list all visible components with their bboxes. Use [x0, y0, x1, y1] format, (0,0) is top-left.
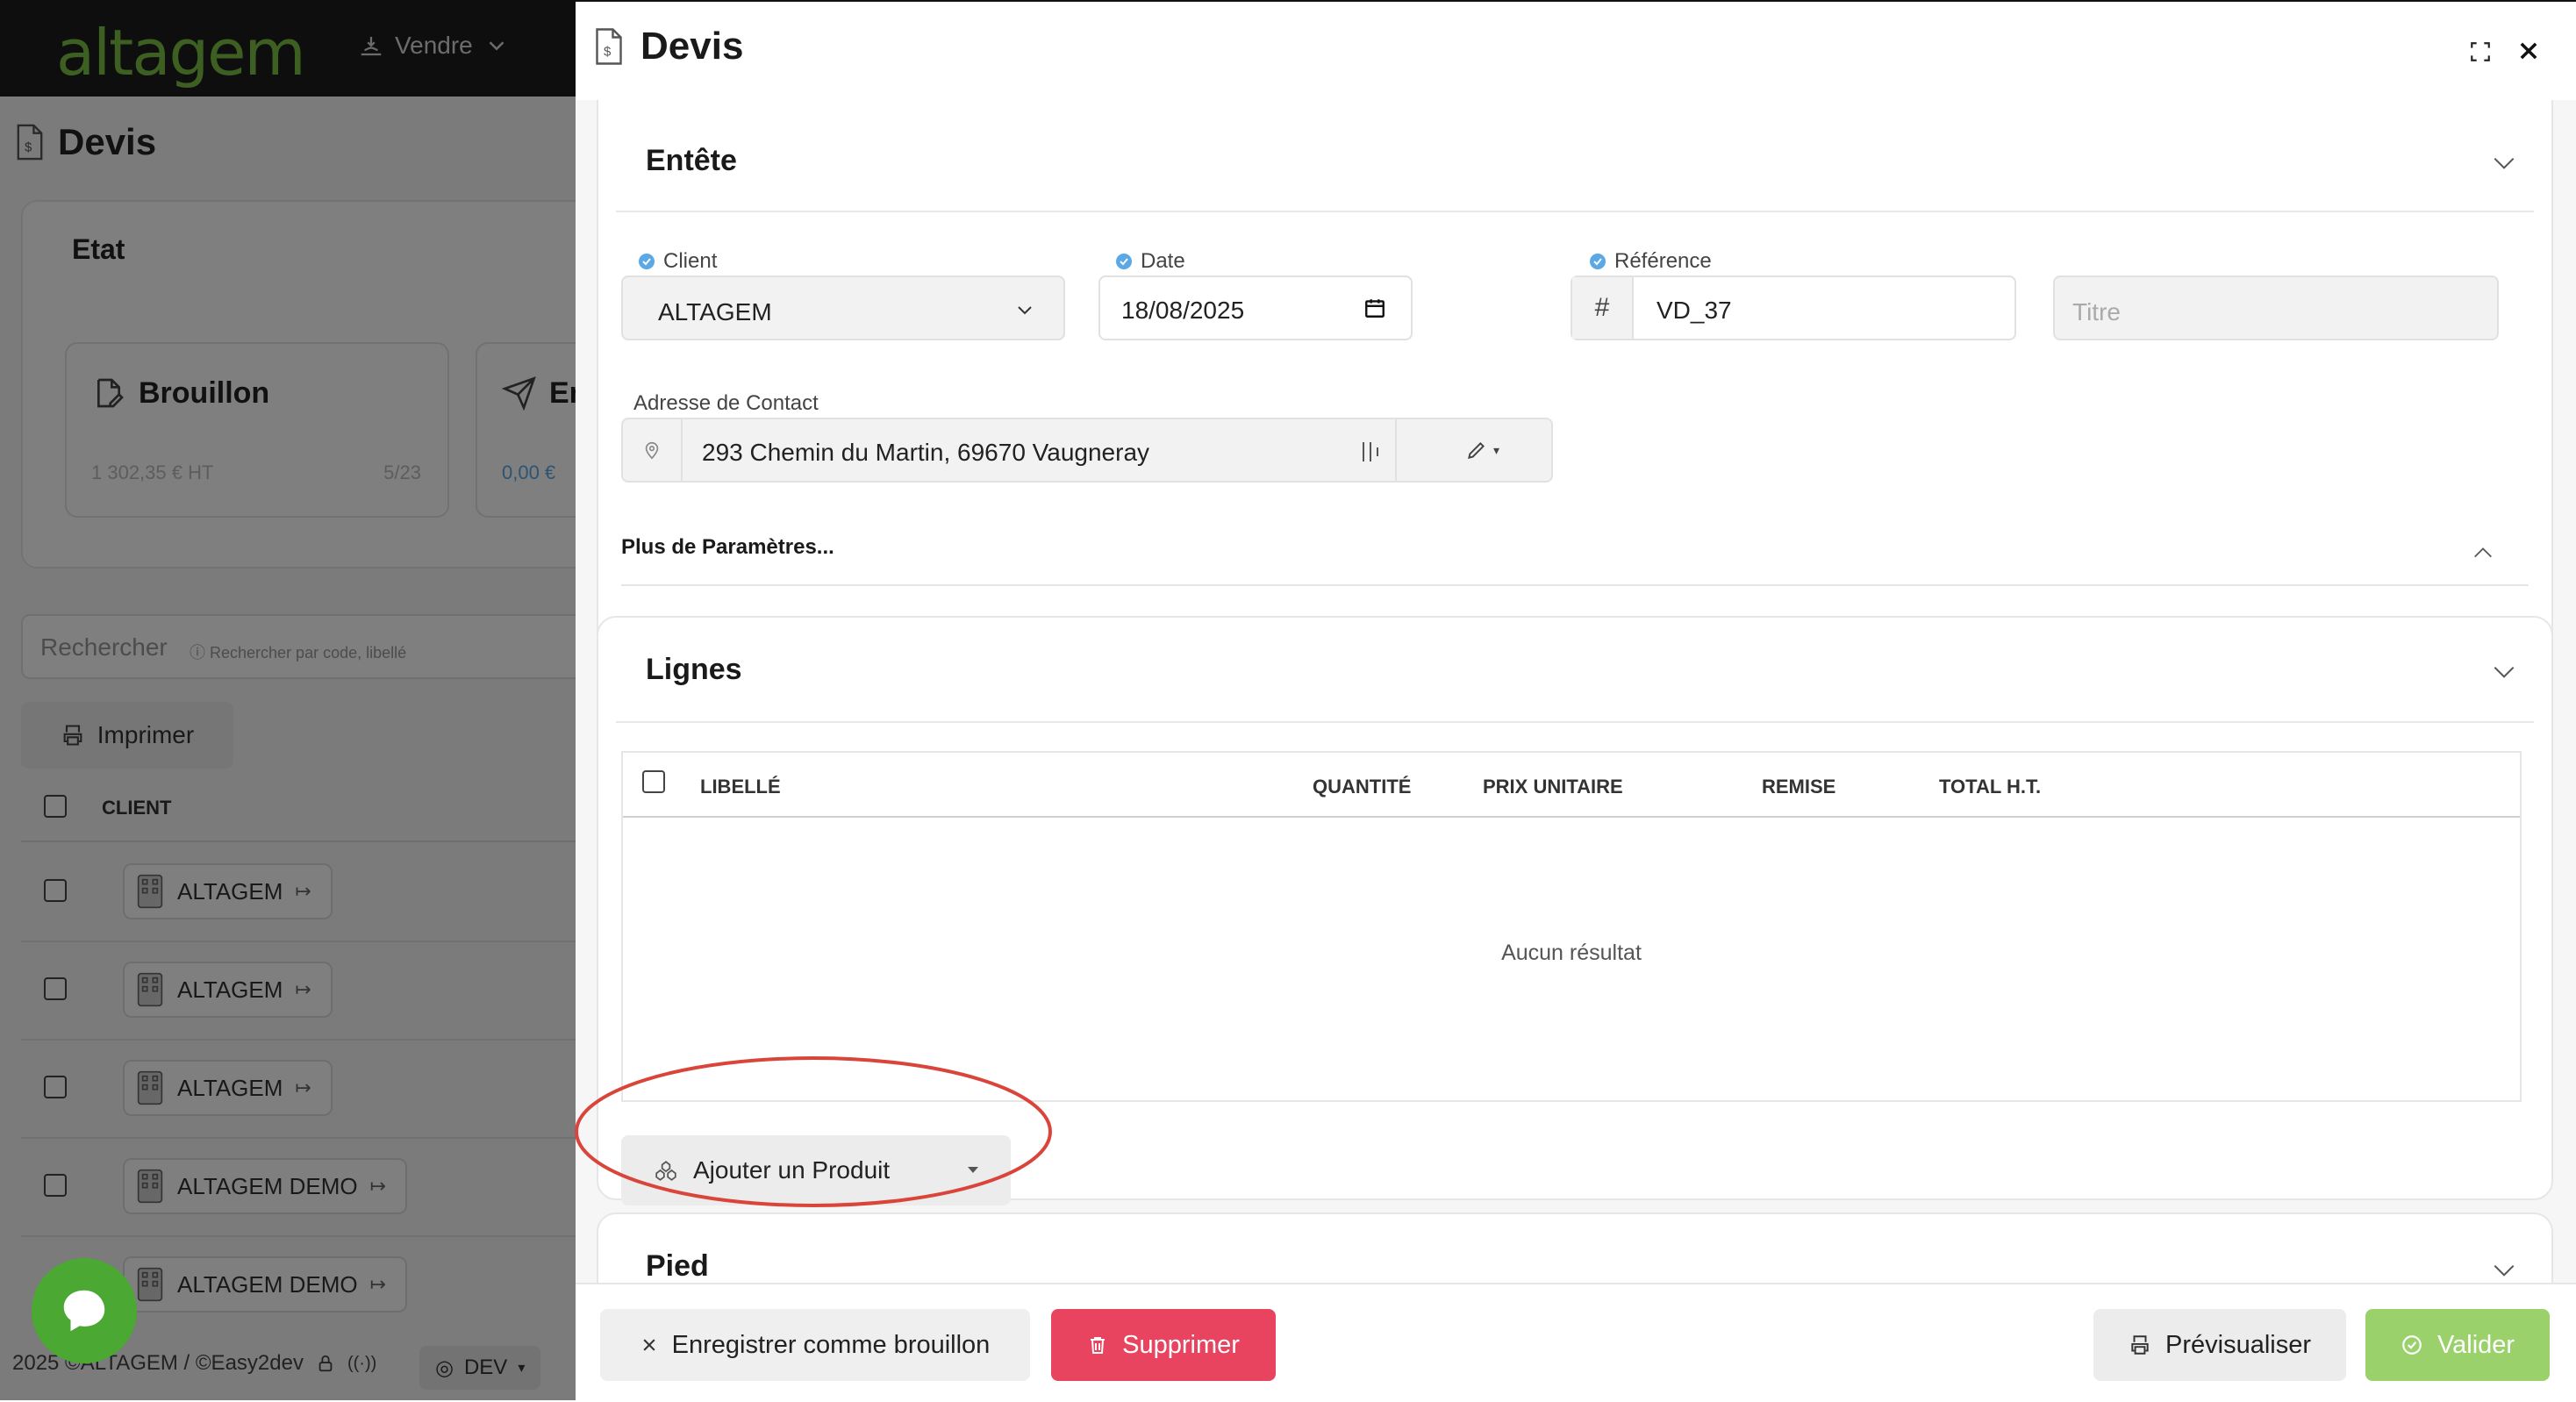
reference-input[interactable]: # VD_37	[1571, 275, 2016, 340]
caret-down-icon: ▾	[1493, 442, 1500, 457]
close-icon[interactable]	[2516, 39, 2541, 63]
select-all-checkbox[interactable]	[642, 770, 665, 793]
date-input[interactable]: 18/08/2025	[1098, 275, 1413, 340]
date-label: Date	[1116, 249, 1185, 274]
pencil-icon	[1467, 442, 1485, 460]
lines-table: LIBELLÉ QUANTITÉ PRIX UNITAIRE REMISE TO…	[621, 751, 2522, 1102]
hash-prefix: #	[1572, 277, 1634, 339]
save-draft-label: Enregistrer comme brouillon	[671, 1330, 991, 1359]
chevron-down-icon[interactable]	[2490, 1256, 2518, 1283]
map-icon[interactable]	[1360, 439, 1381, 465]
section-title[interactable]: Pied	[646, 1249, 709, 1283]
client-value: ALTAGEM	[658, 298, 772, 325]
expand-icon[interactable]	[2469, 40, 2492, 63]
reference-value: VD_37	[1657, 297, 1732, 324]
drawer-title: $ Devis	[593, 25, 743, 68]
column-discount[interactable]: REMISE	[1762, 776, 1835, 798]
header-section: Entête Client ALTAGEM Date 18/08/2025 Ré…	[597, 100, 2553, 697]
products-icon	[655, 1161, 676, 1181]
check-icon	[1116, 254, 1132, 269]
close-icon	[643, 1339, 655, 1351]
delete-button[interactable]: Supprimer	[1051, 1309, 1276, 1381]
title-input[interactable]: Titre	[2053, 275, 2499, 340]
more-parameters-toggle[interactable]: Plus de Paramètres...	[621, 535, 834, 560]
quote-drawer: $ Devis Entête Client ALTAGEM Date 18/08…	[576, 0, 2576, 1402]
date-value: 18/08/2025	[1121, 297, 1245, 324]
chevron-down-icon[interactable]	[2490, 658, 2518, 686]
address-value: 293 Chemin du Martin, 69670 Vaugneray	[702, 439, 1150, 466]
drawer-header: $ Devis	[576, 2, 2576, 100]
location-pin-icon	[623, 419, 683, 481]
printer-icon	[2131, 1335, 2149, 1355]
column-label[interactable]: LIBELLÉ	[700, 776, 781, 798]
lines-section: Lignes LIBELLÉ QUANTITÉ PRIX UNITAIRE RE…	[597, 616, 2553, 1205]
preview-label: Prévisualiser	[2165, 1330, 2311, 1359]
chevron-down-icon[interactable]	[2490, 149, 2518, 177]
column-unit-price[interactable]: PRIX UNITAIRE	[1483, 776, 1623, 798]
check-icon	[639, 254, 655, 269]
chevron-down-icon	[1018, 306, 1032, 315]
svg-text:$: $	[604, 45, 612, 60]
add-product-label: Ajouter un Produit	[693, 1156, 891, 1184]
preview-button[interactable]: Prévisualiser	[2093, 1309, 2346, 1381]
column-total-ht[interactable]: TOTAL H.T.	[1939, 776, 2041, 798]
section-title[interactable]: Entête	[646, 144, 737, 178]
client-label: Client	[639, 249, 717, 274]
address-label: Adresse de Contact	[633, 391, 819, 415]
check-icon	[1590, 254, 1606, 269]
empty-state-text: Aucun résultat	[1501, 941, 1642, 965]
drawer-footer: Enregistrer comme brouillon Supprimer Pr…	[576, 1283, 2576, 1402]
divider	[616, 211, 2534, 212]
drawer-body: Entête Client ALTAGEM Date 18/08/2025 Ré…	[576, 100, 2576, 1283]
chat-icon	[63, 1290, 105, 1332]
title-placeholder: Titre	[2072, 298, 2121, 325]
chat-widget-button[interactable]	[32, 1258, 137, 1363]
check-circle-icon	[2402, 1335, 2422, 1355]
background-page: altagem Vendre $ Devis Etat Brouillon 1 …	[0, 0, 576, 1400]
quote-document-icon: $	[596, 28, 622, 65]
validate-button[interactable]: Valider	[2365, 1309, 2550, 1381]
calendar-icon[interactable]	[1363, 297, 1386, 319]
divider	[616, 721, 2534, 723]
footer-section: Pied	[597, 1212, 2553, 1283]
table-header: LIBELLÉ QUANTITÉ PRIX UNITAIRE REMISE TO…	[623, 753, 2520, 818]
caret-down-icon	[968, 1167, 978, 1173]
client-select[interactable]: ALTAGEM	[621, 275, 1065, 340]
validate-label: Valider	[2436, 1330, 2515, 1359]
add-product-button[interactable]: Ajouter un Produit	[621, 1135, 1011, 1205]
contact-address-input[interactable]: 293 Chemin du Martin, 69670 Vaugneray ▾	[621, 418, 1553, 483]
trash-icon	[1091, 1337, 1106, 1354]
delete-label: Supprimer	[1122, 1330, 1240, 1359]
section-title[interactable]: Lignes	[646, 653, 742, 687]
column-quantity[interactable]: QUANTITÉ	[1313, 776, 1411, 798]
modal-backdrop[interactable]	[0, 0, 576, 1400]
drawer-title-text: Devis	[640, 25, 744, 68]
save-draft-button[interactable]: Enregistrer comme brouillon	[600, 1309, 1030, 1381]
chevron-up-icon[interactable]	[2469, 540, 2497, 565]
divider	[621, 584, 2529, 586]
reference-label: Référence	[1590, 249, 1712, 274]
edit-dropdown-button[interactable]: ▾	[1465, 439, 1499, 461]
